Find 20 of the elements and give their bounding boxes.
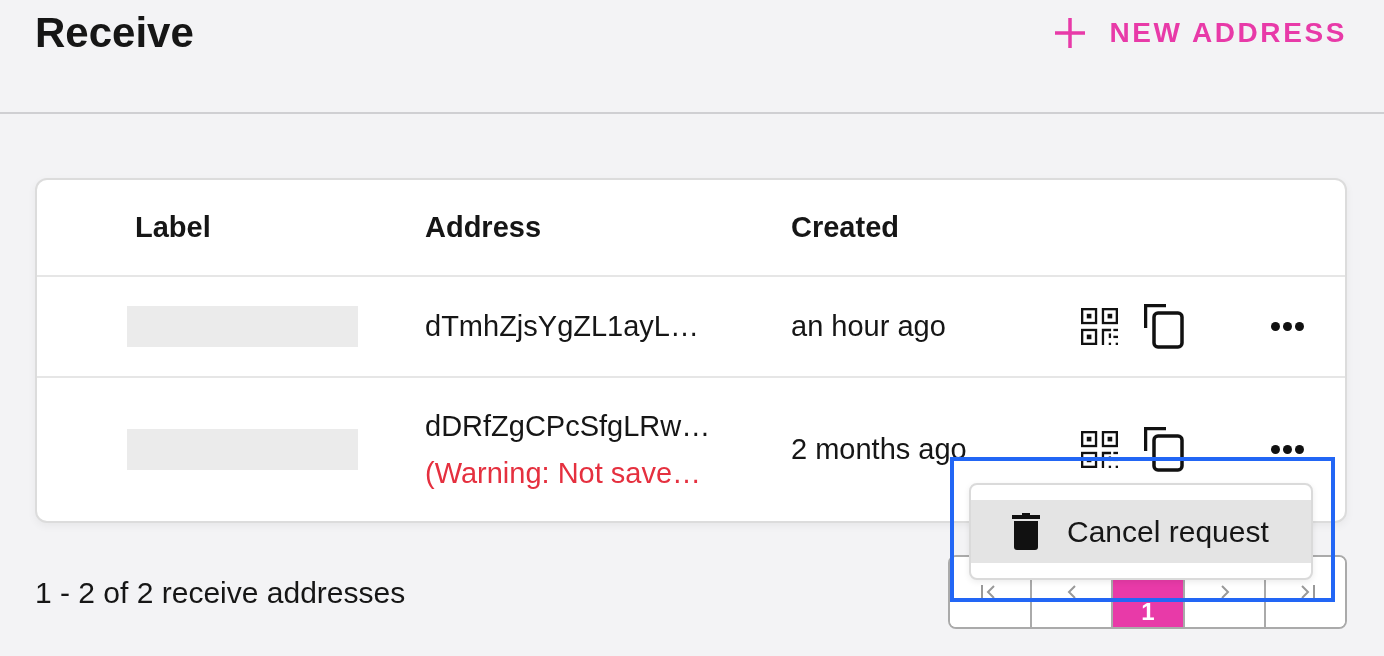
cancel-request-menu-item[interactable]: Cancel request [971,500,1311,563]
column-header: Address [424,210,543,245]
page-title: Receive [35,8,194,58]
new-address-button[interactable]: NEW ADDRESS [1055,8,1347,58]
results-summary: 1 - 2 of 2 receive addresses [35,574,406,611]
plus-icon [1055,18,1086,48]
trash-icon [1012,513,1040,550]
address-text: dDRfZgCPcSfgLRw… [425,408,712,444]
column-header: Label [134,209,212,245]
created-time: an hour ago [790,309,947,344]
copy-icon[interactable] [1144,304,1184,349]
copy-icon[interactable] [1144,427,1184,472]
created-time: 2 months ago [790,432,968,467]
address-text: dTmhZjsYgZL1ayL… [425,309,700,344]
qr-code-icon[interactable] [1081,431,1118,468]
more-options-icon[interactable] [1271,445,1304,454]
qr-code-icon[interactable] [1081,308,1118,345]
column-header: Created [790,210,900,245]
more-options-icon[interactable] [1271,322,1304,331]
warning-text: (Warning: Not save… [425,455,703,491]
